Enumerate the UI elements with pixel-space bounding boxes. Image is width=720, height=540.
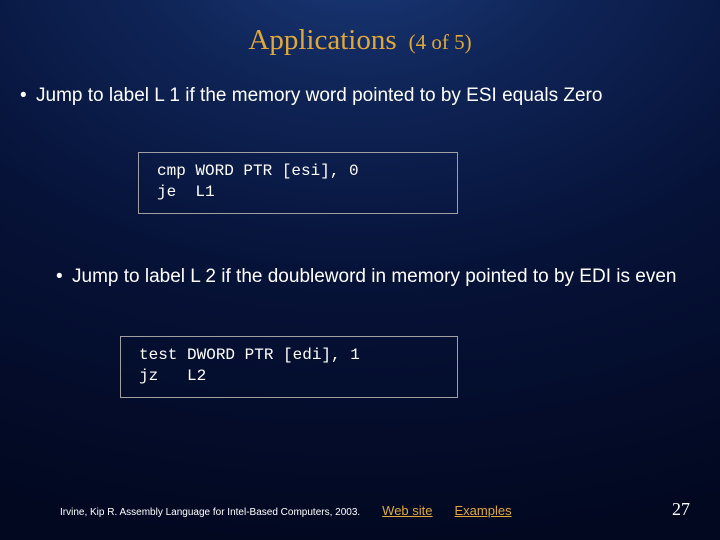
title-sub: (4 of 5) [409, 30, 472, 54]
code-block-2: test DWORD PTR [edi], 1 jz L2 [120, 336, 458, 398]
footer: Irvine, Kip R. Assembly Language for Int… [60, 499, 690, 520]
footer-link-website[interactable]: Web site [382, 503, 432, 518]
slide-title: Applications (4 of 5) [0, 24, 720, 57]
slide: Applications (4 of 5) Jump to label L 1 … [0, 0, 720, 540]
footer-link-examples[interactable]: Examples [455, 503, 512, 518]
page-number: 27 [672, 499, 690, 520]
bullet-1-text: Jump to label L 1 if the memory word poi… [36, 84, 690, 108]
footer-citation: Irvine, Kip R. Assembly Language for Int… [60, 507, 360, 518]
bullet-1: Jump to label L 1 if the memory word poi… [36, 84, 690, 108]
code-block-1: cmp WORD PTR [esi], 0 je L1 [138, 152, 458, 214]
title-main: Applications [248, 24, 396, 56]
bullet-2-text: Jump to label L 2 if the doubleword in m… [72, 266, 676, 287]
bullet-2: Jump to label L 2 if the doubleword in m… [72, 265, 680, 289]
